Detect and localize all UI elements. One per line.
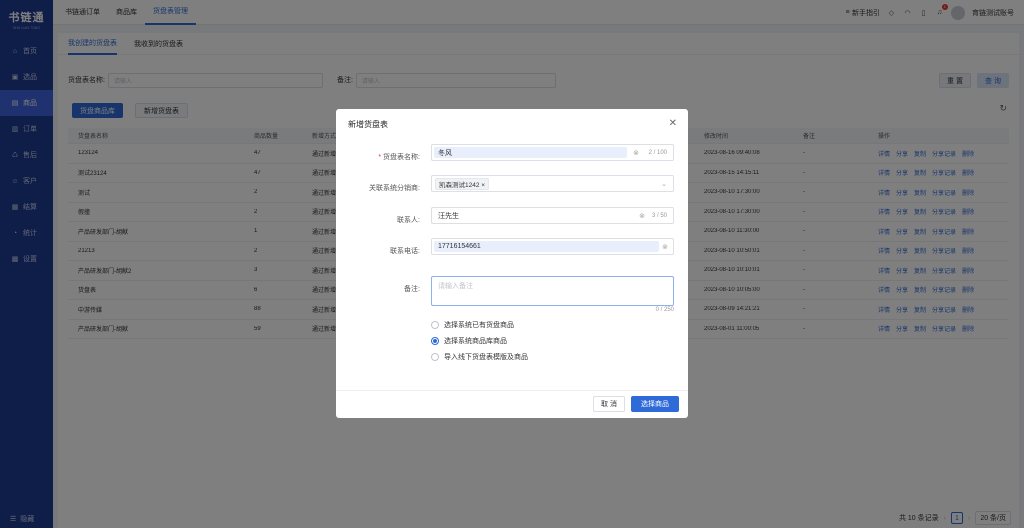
note-counter: 0 / 250 — [655, 307, 674, 313]
phone-input[interactable]: 17716154661 ⊗ — [431, 238, 674, 255]
name-highlight — [434, 147, 627, 158]
phone-label: 联系电话: — [390, 248, 420, 255]
distributor-tag: 凯森测试1242 × — [435, 177, 490, 190]
source-option-label: 导入线下货盘表模版及商品 — [444, 354, 528, 361]
radio-icon[interactable] — [431, 321, 439, 329]
phone-row: 联系电话: 17716154661 ⊗ — [336, 238, 674, 256]
contact-counter: 3 / 50 — [651, 212, 667, 219]
distributor-label: 关联系统分销商: — [369, 185, 420, 192]
cancel-button[interactable]: 取 消 — [593, 396, 625, 412]
source-option[interactable]: 选择系统商品库商品 — [431, 336, 507, 346]
dialog-footer: 取 消 选择商品 — [336, 390, 688, 418]
contact-value: 汪先生 — [438, 212, 459, 220]
clear-icon[interactable]: ⊗ — [633, 149, 639, 157]
contact-label: 联系人: — [397, 217, 420, 224]
tag-close-icon[interactable]: × — [481, 182, 485, 189]
distributor-tag-text: 凯森测试1242 — [439, 181, 480, 189]
name-label-text: 货盘表名称: — [383, 154, 420, 161]
note-row: 备注: 请输入备注 — [336, 276, 674, 306]
clear-icon[interactable]: ⊗ — [662, 243, 668, 251]
source-option-label: 选择系统已有货盘商品 — [444, 322, 514, 329]
name-row: * 货盘表名称: 冬风 ⊗ 2 / 100 — [336, 144, 674, 162]
distributor-select[interactable]: 凯森测试1242 × ⌄ — [431, 175, 674, 192]
select-products-button[interactable]: 选择商品 — [631, 396, 679, 412]
radio-icon[interactable] — [431, 353, 439, 361]
contact-input[interactable]: 汪先生 ⊗ 3 / 50 — [431, 207, 674, 224]
clear-icon[interactable]: ⊗ — [639, 212, 645, 220]
source-option[interactable]: 导入线下货盘表模版及商品 — [431, 352, 528, 362]
contact-row: 联系人: 汪先生 ⊗ 3 / 50 — [336, 207, 674, 225]
dialog-header: 新增货盘表 ✕ — [336, 109, 688, 139]
note-textarea[interactable]: 请输入备注 — [431, 276, 674, 306]
source-option-label: 选择系统商品库商品 — [444, 338, 507, 345]
name-counter: 2 / 100 — [648, 149, 667, 156]
pallet-name-input[interactable]: 冬风 ⊗ 2 / 100 — [431, 144, 674, 161]
note-label: 备注: — [404, 286, 420, 293]
new-pallet-dialog: 新增货盘表 ✕ * 货盘表名称: 冬风 ⊗ 2 / 100 关联系统分销商: 凯森… — [336, 109, 688, 418]
close-icon[interactable]: ✕ — [669, 118, 677, 129]
name-label: * 货盘表名称: — [378, 154, 420, 161]
phone-value: 17716154661 — [438, 243, 481, 250]
dialog-title: 新增货盘表 — [348, 119, 388, 129]
radio-icon[interactable] — [431, 337, 439, 345]
chevron-down-icon: ⌄ — [661, 180, 667, 188]
name-value: 冬风 — [438, 149, 452, 157]
source-option[interactable]: 选择系统已有货盘商品 — [431, 320, 514, 330]
distributor-row: 关联系统分销商: 凯森测试1242 × ⌄ — [336, 175, 674, 193]
